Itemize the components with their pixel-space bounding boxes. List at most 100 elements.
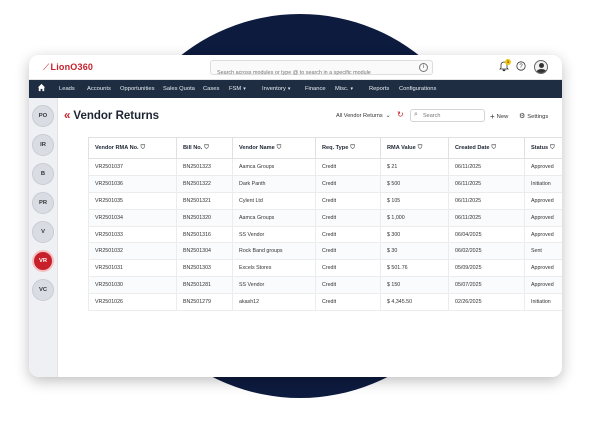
module-sidebar: PO IR B PR V VR VC xyxy=(29,98,58,377)
cell-req-type: Credit xyxy=(315,158,381,176)
filter-icon[interactable]: ⛉ xyxy=(418,145,423,152)
nav-item-reports[interactable]: Reports xyxy=(369,80,389,98)
table-body: VR2501037 BN2501323 Aamca Groups Credit $ 21… xyxy=(88,158,562,312)
filter-icon[interactable]: ⛉ xyxy=(141,145,146,152)
nav-item-fsm[interactable]: FSM ▾ xyxy=(229,80,246,98)
nav-item-cases[interactable]: Cases xyxy=(203,80,219,98)
new-button-label: New xyxy=(496,114,509,120)
column-header-status[interactable]: Status ⛉ xyxy=(524,137,562,159)
cell-vendor-name: SS Vendor xyxy=(232,276,316,295)
chevron-down-icon: ▾ xyxy=(350,86,354,92)
cell-bill-no: BN2501321 xyxy=(176,191,233,210)
cell-rma-value: $ 150 xyxy=(380,276,449,295)
cell-created-date: 06/11/2025 xyxy=(448,191,525,210)
sidebar-item-v[interactable]: V xyxy=(32,221,54,243)
nav-item-accounts[interactable]: Accounts xyxy=(87,80,111,98)
cell-vendor-rma-no[interactable]: VR2501037 xyxy=(88,158,177,176)
app-logo[interactable]: ⟋LionO360 xyxy=(43,62,93,73)
table-row[interactable]: VR2501035 BN2501321 Cylent Ltd Credit $ 105 0… xyxy=(88,191,562,210)
table-row[interactable]: VR2501034 BN2501320 Aamca Groups Credit $ 1,… xyxy=(88,208,562,227)
svg-text:?: ? xyxy=(519,64,523,70)
sidebar-item-pr[interactable]: PR xyxy=(32,192,54,214)
cell-req-type: Credit xyxy=(315,293,381,312)
cell-rma-value: $ 300 xyxy=(380,225,449,244)
notification-badge: 1 xyxy=(505,59,511,65)
cell-bill-no: BN2501320 xyxy=(176,208,233,227)
global-search-input[interactable] xyxy=(211,66,411,80)
filter-icon[interactable]: ⛉ xyxy=(550,145,555,152)
cell-vendor-rma-no[interactable]: VR2501033 xyxy=(88,225,177,244)
info-icon[interactable]: i xyxy=(419,63,428,72)
user-avatar[interactable] xyxy=(534,60,548,74)
table-row[interactable]: VR2501036 BN2501322 Dark Panth Credit $ 500 0… xyxy=(88,174,562,193)
column-header-vendor-rma-no[interactable]: Vendor RMA No. ⛉ xyxy=(88,137,177,159)
bell-icon[interactable]: 1 xyxy=(498,59,511,73)
nav-item-finance[interactable]: Finance xyxy=(305,80,326,98)
logo-number: 360 xyxy=(77,62,94,72)
table-row[interactable]: VR2501026 BN2501279 akash12 Credit $ 4,345.5… xyxy=(88,293,562,312)
column-header-rma-value[interactable]: RMA Value ⛉ xyxy=(380,137,449,159)
nav-item-misc[interactable]: Misc. ▾ xyxy=(335,80,353,98)
list-search-input[interactable] xyxy=(423,112,481,120)
cell-vendor-name: Dark Panth xyxy=(232,174,316,193)
sidebar-item-ir[interactable]: IR xyxy=(32,134,54,156)
nav-item-sales-quota[interactable]: Sales Quota xyxy=(163,80,195,98)
cell-vendor-rma-no[interactable]: VR2501031 xyxy=(88,259,177,278)
sidebar-item-po[interactable]: PO xyxy=(32,105,54,127)
main-content: «Vendor Returns All Vendor Returns ⌄ ↻ ⌕ … xyxy=(58,98,562,377)
cell-vendor-name: SS Vendor xyxy=(232,225,316,244)
nav-item-inventory[interactable]: Inventory ▾ xyxy=(262,80,290,98)
table-row[interactable]: VR2501033 BN2501316 SS Vendor Credit $ 300 06… xyxy=(88,225,562,244)
nav-item-leads[interactable]: Leads xyxy=(59,80,75,98)
filter-icon[interactable]: ⛉ xyxy=(350,145,355,152)
cell-vendor-rma-no[interactable]: VR2501036 xyxy=(88,174,177,193)
settings-button[interactable]: ⚙ Settings xyxy=(519,112,548,120)
global-search[interactable]: i xyxy=(210,60,433,80)
table-row[interactable]: VR2501032 BN2501304 Rock Band groups Credit… xyxy=(88,242,562,261)
logo-text: LionO xyxy=(50,62,78,72)
table-row[interactable]: VR2501037 BN2501323 Aamca Groups Credit $ 21… xyxy=(88,158,562,176)
cell-rma-value: $ 21 xyxy=(380,158,449,176)
list-search[interactable]: ⌕ xyxy=(410,109,485,122)
column-header-vendor-name[interactable]: Vendor Name ⛉ xyxy=(232,137,316,159)
nav-item-configurations[interactable]: Configurations xyxy=(399,80,436,98)
column-header-created-date[interactable]: Created Date ⛉ xyxy=(448,137,525,159)
cell-bill-no: BN2501322 xyxy=(176,174,233,193)
avatar-body xyxy=(536,69,547,73)
cell-status: Sent xyxy=(524,242,562,261)
sidebar-item-vc[interactable]: VC xyxy=(32,279,54,301)
filter-icon[interactable]: ⛉ xyxy=(277,145,282,152)
home-icon[interactable] xyxy=(36,83,47,94)
cell-rma-value: $ 30 xyxy=(380,242,449,261)
filter-icon[interactable]: ⛉ xyxy=(492,145,497,152)
cell-vendor-rma-no[interactable]: VR2501032 xyxy=(88,242,177,261)
cell-status: Approved xyxy=(524,191,562,210)
cell-created-date: 06/11/2025 xyxy=(448,208,525,227)
column-header-bill-no[interactable]: Bill No. ⛉ xyxy=(176,137,233,159)
top-header: ⟋LionO360 i 1 ? xyxy=(29,55,562,80)
search-icon: ⌕ xyxy=(414,111,418,118)
help-icon[interactable]: ? xyxy=(515,61,527,73)
cell-req-type: Credit xyxy=(315,208,381,227)
nav-item-opportunities[interactable]: Opportunities xyxy=(120,80,154,98)
cell-req-type: Credit xyxy=(315,276,381,295)
table-row[interactable]: VR2501030 BN2501281 SS Vendor Credit $ 150 05… xyxy=(88,276,562,295)
filter-icon[interactable]: ⛉ xyxy=(204,145,209,152)
back-icon[interactable]: « xyxy=(64,110,70,122)
cell-vendor-rma-no[interactable]: VR2501030 xyxy=(88,276,177,295)
cell-vendor-rma-no[interactable]: VR2501035 xyxy=(88,191,177,210)
column-header-req-type[interactable]: Req. Type ⛉ xyxy=(315,137,381,159)
plus-icon: + xyxy=(490,112,495,121)
new-button[interactable]: + New xyxy=(490,112,508,121)
cell-rma-value: $ 1,000 xyxy=(380,208,449,227)
cell-created-date: 05/09/2025 xyxy=(448,259,525,278)
cell-vendor-rma-no[interactable]: VR2501026 xyxy=(88,293,177,312)
table-row[interactable]: VR2501031 BN2501303 Excels Stores Credit $ 5… xyxy=(88,259,562,278)
sidebar-item-b[interactable]: B xyxy=(32,163,54,185)
list-view-selector[interactable]: All Vendor Returns ⌄ xyxy=(336,112,391,119)
refresh-icon[interactable]: ↻ xyxy=(397,110,404,119)
cell-req-type: Credit xyxy=(315,225,381,244)
cell-vendor-rma-no[interactable]: VR2501034 xyxy=(88,208,177,227)
settings-button-label: Settings xyxy=(527,114,549,120)
sidebar-item-vr[interactable]: VR xyxy=(32,250,54,272)
